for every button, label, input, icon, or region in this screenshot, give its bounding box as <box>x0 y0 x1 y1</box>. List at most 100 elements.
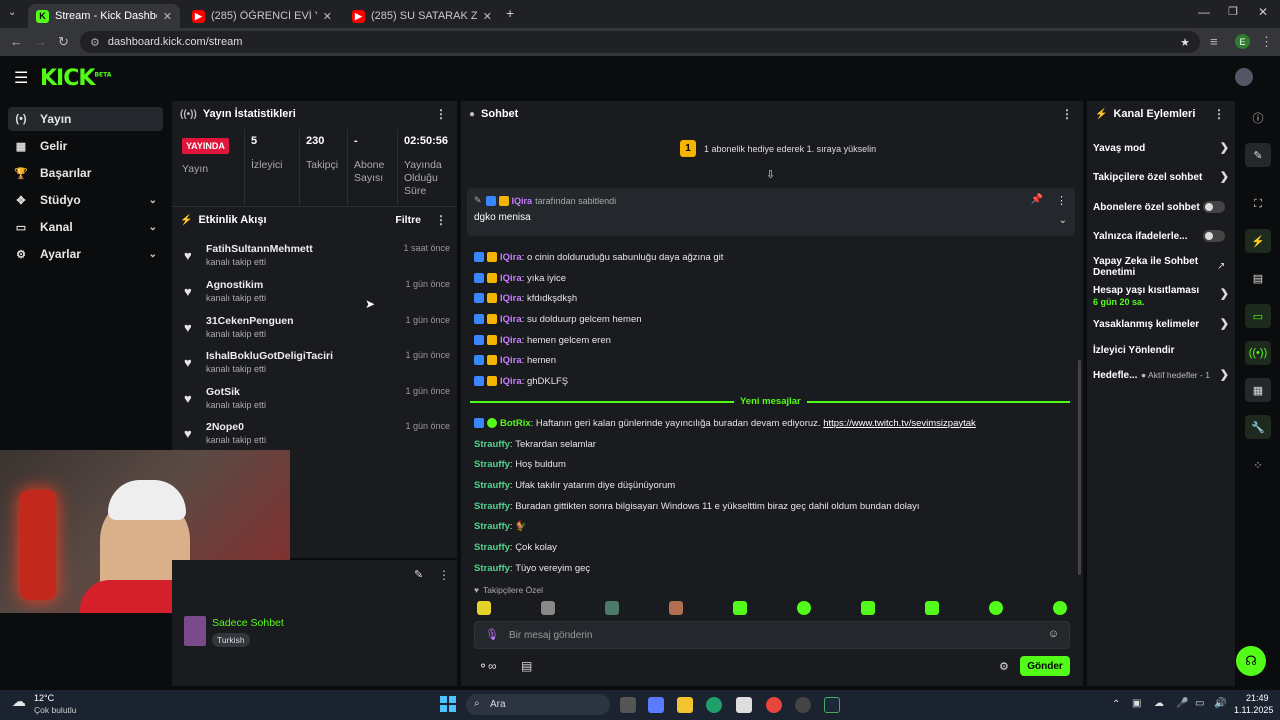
fullscreen-icon[interactable]: ⛶ <box>1245 192 1271 216</box>
external-link-icon[interactable]: ↗ <box>1217 261 1225 272</box>
emote-5[interactable] <box>733 601 747 615</box>
weather-desc[interactable]: Çok bulutlu <box>34 705 77 715</box>
chat-username[interactable]: Strauffy <box>474 563 510 574</box>
goal-text[interactable]: 1 abonelik hediye ederek 1. sıraya yükse… <box>704 144 876 154</box>
shop-icon[interactable]: ▤ <box>521 659 532 673</box>
back-icon[interactable]: ← <box>10 34 23 49</box>
microphone-icon[interactable]: 🎙 <box>485 628 499 641</box>
user-avatar[interactable] <box>1235 68 1253 86</box>
broadcast-icon[interactable]: ((•)) <box>1245 341 1271 365</box>
more-options-icon[interactable]: ⋮ <box>1213 107 1225 121</box>
obs-icon[interactable] <box>795 697 811 713</box>
action-goals[interactable]: Hedefle... ● Aktif hedefler - 1 ❯ <box>1093 370 1229 382</box>
forward-icon[interactable]: → <box>34 34 47 49</box>
filter-button[interactable]: Filtre <box>395 214 421 226</box>
nav-item-basarilar[interactable]: 🏆 Başarılar <box>8 161 163 185</box>
tray-mic-icon[interactable]: 🎤 <box>1176 698 1188 709</box>
action-ai-moderation[interactable]: Yapay Zeka ile Sohbet Denetimi <box>1093 256 1213 278</box>
tab-youtube-1[interactable]: ▶ (285) ÖĞRENCİ EVİ YEMEKTEYİZ ✕ <box>184 4 340 28</box>
more-options-icon[interactable]: ⋮ <box>435 107 447 121</box>
chat-username[interactable]: BotRix <box>500 418 531 429</box>
reading-list-icon[interactable]: ≡ <box>1210 34 1218 49</box>
emote-6[interactable] <box>797 601 811 615</box>
emote-1[interactable] <box>477 601 491 615</box>
hamburger-menu-icon[interactable]: ☰ <box>14 68 28 88</box>
more-options-icon[interactable]: ⋮ <box>1056 194 1067 207</box>
subs-chat-toggle[interactable] <box>1203 201 1225 213</box>
emote-10[interactable] <box>1053 601 1067 615</box>
edit-pencil-icon[interactable]: ✎ <box>1245 143 1271 167</box>
activity-username[interactable]: GotSik <box>206 386 240 398</box>
action-emotes-only[interactable]: Yalnızca ifadelerle... <box>1093 230 1229 242</box>
collapse-arrow-icon[interactable]: ⇩ <box>766 168 775 181</box>
pinned-by-username[interactable]: IQira <box>512 196 533 206</box>
tray-app-icon[interactable]: ▣ <box>1132 698 1141 709</box>
unpin-icon[interactable]: 📌 <box>1031 194 1043 205</box>
site-info-icon[interactable]: ⚙ <box>90 36 100 49</box>
kick-logo[interactable]: KICKBETA <box>40 66 111 91</box>
language-tag[interactable]: Turkish <box>212 633 250 647</box>
emote-2[interactable] <box>541 601 555 615</box>
chat-username[interactable]: Strauffy <box>474 439 510 450</box>
edit-pencil-icon[interactable]: ✎ <box>414 568 423 581</box>
chat-input[interactable]: 🎙 Bir mesaj gönderin ☺ <box>474 621 1070 649</box>
store-icon[interactable] <box>736 697 752 713</box>
nav-item-ayarlar[interactable]: ⚙ Ayarlar ⌄ <box>8 242 163 266</box>
edge-icon[interactable] <box>706 697 722 713</box>
chat-username[interactable]: IQira <box>500 376 522 387</box>
emote-9[interactable] <box>989 601 1003 615</box>
browser-menu-icon[interactable]: ⋮ <box>1260 34 1273 50</box>
more-options-icon[interactable]: ⋮ <box>1061 107 1073 121</box>
more-options-icon[interactable]: ⋮ <box>435 213 447 227</box>
chat-username[interactable]: Strauffy <box>474 501 510 512</box>
chat-username[interactable]: Strauffy <box>474 542 510 553</box>
clock-time[interactable]: 21:49 <box>1246 693 1269 703</box>
action-account-age[interactable]: Hesap yaşı kısıtlaması ❯ 6 gün 20 sa. <box>1093 285 1229 308</box>
emotes-only-toggle[interactable] <box>1203 230 1225 242</box>
chat-username[interactable]: IQira <box>500 273 522 284</box>
bookmark-star-icon[interactable]: ★ <box>1180 36 1190 49</box>
close-tab-icon[interactable]: ✕ <box>323 10 332 23</box>
chat-users-icon[interactable]: ⚬∞ <box>478 659 497 673</box>
lightning-icon[interactable]: ⚡ <box>1245 229 1271 253</box>
action-raid[interactable]: İzleyici Yönlendir <box>1093 345 1229 356</box>
emote-8[interactable] <box>925 601 939 615</box>
chat-username[interactable]: Strauffy <box>474 459 510 470</box>
copilot-icon[interactable] <box>648 697 664 713</box>
nav-item-kanal[interactable]: ▭ Kanal ⌄ <box>8 215 163 239</box>
category-name[interactable]: Sadece Sohbet <box>212 617 284 629</box>
tab-kick-dashboard[interactable]: K Stream - Kick Dashboard ✕ <box>28 4 180 28</box>
action-slow-mode[interactable]: Yavaş mod ❯ <box>1093 143 1229 155</box>
emote-4[interactable] <box>669 601 683 615</box>
activity-username[interactable]: 2Nope0 <box>206 421 244 433</box>
minimize-icon[interactable]: — <box>1198 5 1210 19</box>
activity-username[interactable]: 31CekenPenguen <box>206 315 294 327</box>
reload-icon[interactable]: ↻ <box>58 34 69 50</box>
windows-start-icon[interactable] <box>440 696 456 712</box>
chat-username[interactable]: Strauffy <box>474 480 510 491</box>
new-tab-icon[interactable]: + <box>506 5 514 21</box>
chat-icon[interactable]: ▭ <box>1245 304 1271 328</box>
nav-item-studyo[interactable]: ✥ Stüdyo ⌄ <box>8 188 163 212</box>
emote-7[interactable] <box>861 601 875 615</box>
chat-username[interactable]: IQira <box>500 355 522 366</box>
send-button[interactable]: Gönder <box>1020 656 1070 676</box>
action-subs-chat[interactable]: Abonelere özel sohbet <box>1093 201 1229 213</box>
weather-temp[interactable]: 12°C <box>34 693 54 703</box>
support-headset-icon[interactable]: ☊ <box>1236 646 1266 676</box>
more-options-icon[interactable]: ⋮ <box>438 568 450 582</box>
close-window-icon[interactable]: ✕ <box>1258 5 1268 19</box>
activity-username[interactable]: IshalBokluGotDeligiTaciri <box>206 350 333 362</box>
chat-username[interactable]: IQira <box>500 335 522 346</box>
task-view-icon[interactable] <box>620 697 636 713</box>
emote-3[interactable] <box>605 601 619 615</box>
maximize-icon[interactable]: ❐ <box>1228 5 1238 18</box>
nav-item-gelir[interactable]: ▦ Gelir <box>8 134 163 158</box>
close-tab-icon[interactable]: ✕ <box>483 10 492 23</box>
action-followers-chat[interactable]: Takipçilere özel sohbet ❯ <box>1093 172 1229 184</box>
chat-username[interactable]: IQira <box>500 252 522 263</box>
address-bar[interactable]: ⚙ dashboard.kick.com/stream ★ <box>80 31 1200 53</box>
display-icon[interactable]: ▭ <box>1195 698 1204 709</box>
clock-date[interactable]: 1.11.2025 <box>1234 705 1273 715</box>
chat-scrollbar[interactable] <box>1078 360 1081 575</box>
